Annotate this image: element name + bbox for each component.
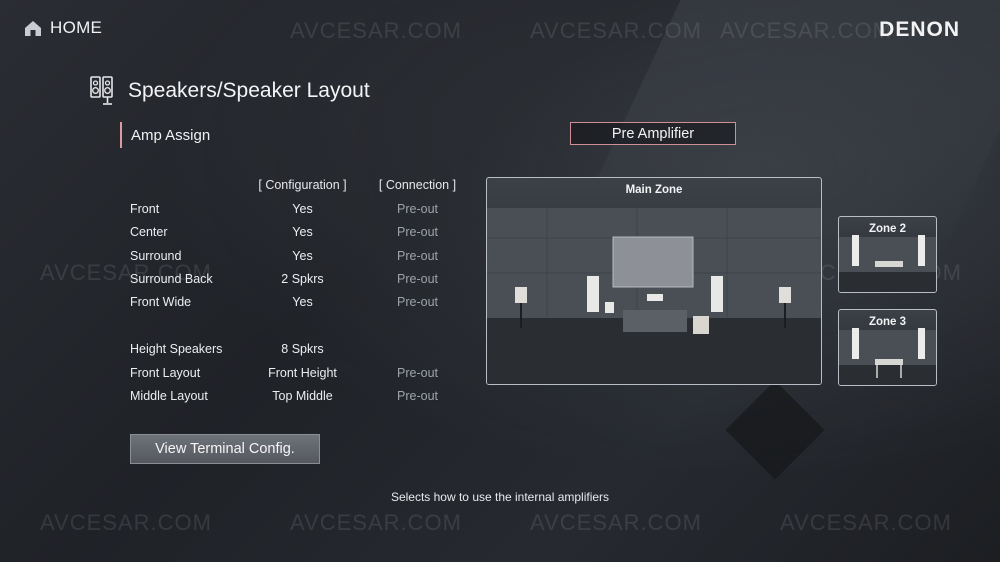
row-name: Surround: [130, 249, 182, 263]
subwoofer: [693, 316, 709, 334]
column-header-connection: [ Connection ]: [378, 178, 457, 192]
table-row: Height Speakers 8 Spkrs: [130, 342, 470, 362]
row-name: Front: [130, 202, 160, 216]
main-zone-title: Main Zone: [625, 184, 683, 196]
page-header: Speakers/Speaker Layout: [90, 76, 370, 106]
row-name: Front Layout: [130, 366, 201, 380]
table-row: Center Yes Pre-out: [130, 225, 470, 245]
zone2-diagram: Zone 2: [838, 216, 937, 293]
watermark: AVCESAR.COM: [530, 18, 702, 43]
amp-assign-label: Amp Assign: [131, 126, 211, 144]
main-zone-diagram: Main Zone: [486, 177, 822, 385]
home-icon: [25, 21, 41, 36]
page-title: Speakers/Speaker Layout: [128, 79, 370, 102]
row-config: 8 Spkrs: [281, 342, 324, 356]
row-name: Middle Layout: [130, 389, 208, 403]
front-left-speaker: [587, 276, 599, 312]
row-config: Front Height: [268, 366, 337, 380]
row-name: Surround Back: [130, 272, 213, 286]
table-row: Surround Yes Pre-out: [130, 249, 470, 269]
surround-right-speaker: [779, 287, 791, 303]
watermark: AVCESAR.COM: [530, 510, 702, 535]
row-config: Top Middle: [272, 389, 333, 403]
row-connection: Pre-out: [397, 272, 438, 286]
zone2-title: Zone 2: [868, 223, 907, 235]
row-config: Yes: [292, 202, 313, 216]
watermark: AVCESAR.COM: [720, 18, 892, 43]
row-config: Yes: [292, 295, 313, 309]
row-config: Yes: [292, 225, 313, 239]
status-text: Selects how to use the internal amplifie…: [390, 490, 610, 504]
watermark: AVCESAR.COM: [290, 18, 462, 43]
speaker-icon: [90, 76, 113, 105]
main-zone-room: [487, 208, 821, 384]
row-connection: Pre-out: [397, 295, 438, 309]
background-shape: [725, 380, 825, 480]
table-row: Middle Layout Top Middle Pre-out: [130, 389, 470, 409]
table-row: Front Layout Front Height Pre-out: [130, 366, 470, 386]
front-right-speaker: [711, 276, 723, 312]
table-row: Surround Back 2 Spkrs Pre-out: [130, 272, 470, 292]
amp-assign-value-text: Pre Amplifier: [611, 125, 695, 142]
row-name: Height Speakers: [130, 342, 223, 356]
watermark: AVCESAR.COM: [290, 510, 462, 535]
view-terminal-config-label: View Terminal Config.: [155, 441, 295, 457]
row-connection: Pre-out: [397, 249, 438, 263]
table-row: Front Wide Yes Pre-out: [130, 295, 470, 315]
row-connection: Pre-out: [397, 366, 438, 380]
row-name: Center: [130, 225, 168, 239]
row-connection: Pre-out: [397, 225, 438, 239]
view-terminal-config-button[interactable]: View Terminal Config.: [130, 434, 320, 464]
watermark: AVCESAR.COM: [40, 510, 212, 535]
amp-assign-item[interactable]: Amp Assign: [120, 122, 210, 148]
home-label: HOME: [50, 18, 103, 37]
watermark: AVCESAR.COM: [780, 510, 952, 535]
zone3-title: Zone 3: [868, 316, 907, 328]
row-connection: Pre-out: [397, 389, 438, 403]
amp-assign-value[interactable]: Pre Amplifier: [570, 122, 736, 145]
row-config: 2 Spkrs: [281, 272, 324, 286]
center-speaker: [647, 294, 663, 301]
column-header-configuration: [ Configuration ]: [258, 178, 347, 192]
surround-left-speaker: [515, 287, 527, 303]
row-config: Yes: [292, 249, 313, 263]
row-connection: Pre-out: [397, 202, 438, 216]
zone3-diagram: Zone 3: [838, 309, 937, 386]
brand-logo: DENON: [879, 18, 960, 41]
home-button[interactable]: HOME: [24, 18, 102, 38]
row-name: Front Wide: [130, 295, 192, 309]
table-row: Front Yes Pre-out: [130, 202, 470, 222]
